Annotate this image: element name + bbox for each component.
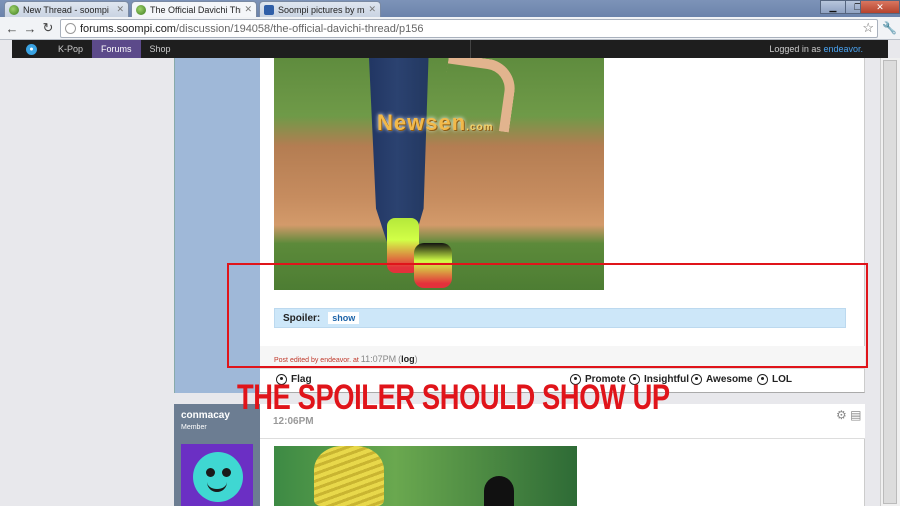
post-time: 12:06PM	[273, 416, 314, 427]
tab-soompi-pictures[interactable]: Soompi pictures by maltwi ✕	[259, 1, 381, 17]
close-tab-icon[interactable]: ✕	[241, 4, 252, 15]
awesome-icon	[691, 374, 702, 385]
reload-icon[interactable]: ↻	[40, 20, 56, 36]
tab-davichi-thread[interactable]: The Official Davichi Threa ✕	[131, 1, 257, 17]
post-photo: Newsen.com	[274, 58, 604, 290]
minimize-button[interactable]: ▁	[820, 0, 846, 14]
photo-yarn-hat	[314, 446, 384, 506]
avatar-eye	[222, 468, 231, 477]
photo-watermark: Newsen.com	[377, 110, 494, 135]
close-tab-icon[interactable]: ✕	[113, 4, 124, 15]
tab-title: New Thread - soompi	[23, 4, 109, 15]
url-host: forums.soompi.com	[80, 22, 176, 35]
nav-item-forums[interactable]: Forums	[92, 40, 141, 58]
lol-button[interactable]: LOL	[757, 374, 792, 385]
url-path: /discussion/194058/the-official-davichi-…	[175, 22, 424, 35]
quote-icon[interactable]: ▤	[850, 408, 861, 422]
post-author-role: Member	[181, 424, 207, 431]
soompi-favicon-icon	[136, 4, 146, 15]
login-status: Logged in as endeavor.	[769, 44, 888, 54]
nav-item-kpop[interactable]: K-Pop	[49, 40, 92, 58]
post-photo	[274, 446, 577, 506]
close-tab-icon[interactable]: ✕	[365, 4, 376, 15]
post-author-name[interactable]: conmacay	[181, 410, 230, 421]
address-bar[interactable]: forums.soompi.com/discussion/194058/the-…	[60, 19, 878, 38]
post-options[interactable]: ⚙ ▤	[836, 408, 861, 422]
wrench-menu-icon[interactable]: 🔧	[882, 21, 897, 35]
photo-cap	[484, 476, 514, 506]
smiley-face	[193, 452, 243, 502]
annotation-highlight-box	[227, 263, 868, 368]
back-icon[interactable]: ←	[4, 20, 20, 36]
page-favicon-icon	[264, 4, 274, 15]
nav-item-shop[interactable]: Shop	[141, 40, 180, 58]
username-link[interactable]: endeavor.	[823, 44, 863, 54]
tab-title: Soompi pictures by maltwi	[278, 4, 365, 15]
close-window-button[interactable]: ✕	[860, 0, 900, 14]
page-margin	[0, 58, 174, 506]
soompi-favicon-icon	[9, 4, 19, 15]
site-nav-bar: ● K-Pop Forums Shop Logged in as endeavo…	[12, 40, 888, 58]
gear-icon[interactable]: ⚙	[836, 408, 847, 422]
globe-icon	[65, 23, 76, 34]
awesome-button[interactable]: Awesome	[691, 374, 753, 385]
avatar[interactable]	[181, 444, 253, 506]
login-prefix: Logged in as	[769, 44, 821, 54]
annotation-text: THE SPOILER SHOULD SHOW UP	[237, 378, 670, 417]
nav-divider	[469, 40, 471, 58]
lol-icon	[757, 374, 768, 385]
browser-toolbar: ← → ↻ forums.soompi.com/discussion/19405…	[0, 17, 900, 40]
bookmark-star-icon[interactable]: ☆	[862, 20, 874, 36]
tab-new-thread[interactable]: New Thread - soompi ✕	[4, 1, 129, 17]
forward-icon[interactable]: →	[22, 20, 38, 36]
tab-title: The Official Davichi Threa	[150, 4, 241, 15]
soompi-logo-icon[interactable]: ●	[26, 43, 37, 55]
scrollbar-thumb[interactable]	[883, 60, 897, 504]
avatar-eye	[206, 468, 215, 477]
